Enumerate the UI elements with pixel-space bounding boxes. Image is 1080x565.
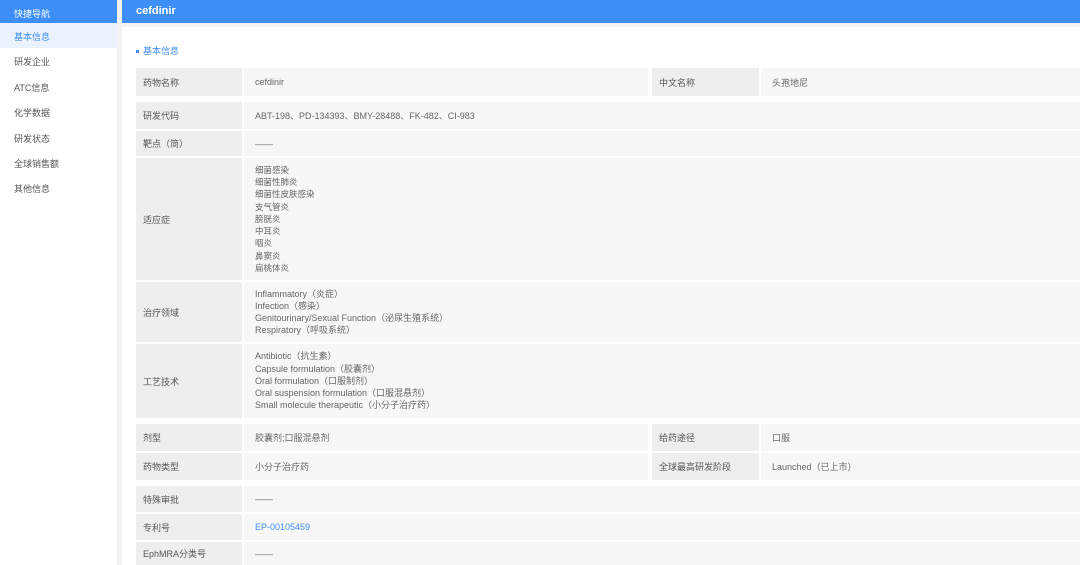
- value-drug-name: cefdinir: [244, 68, 648, 96]
- row-therapeutic-area: 治疗领域 Inflammatory（炎症） Infection（感染） Geni…: [136, 282, 1080, 342]
- value-ephmra: ——: [244, 542, 1080, 565]
- sidebar-item-basic-info[interactable]: 基本信息: [0, 23, 117, 49]
- indication-item: 扁桃体炎: [255, 262, 290, 273]
- technology-item: Antibiotic（抗生素）: [255, 351, 337, 362]
- sidebar: 快捷导航 基本信息 研发企业 ATC信息 化学数据 研发状态 全球销售额 其他信…: [0, 0, 117, 565]
- row-research-code: 研发代码 ABT-198、PD-134393、BMY-28488、FK-482、…: [136, 102, 1080, 129]
- indication-item: 鼻窦炎: [255, 250, 281, 261]
- sidebar-item-chemistry[interactable]: 化学数据: [0, 99, 117, 124]
- therapeutic-area-item: Genitourinary/Sexual Function（泌尿生殖系统）: [255, 313, 449, 323]
- value-highest-phase: Launched（已上市）: [761, 453, 1080, 480]
- technology-item: Oral formulation（口服制剂）: [255, 375, 374, 386]
- label-research-code: 研发代码: [136, 102, 242, 129]
- page-title: cefdinir: [122, 0, 1080, 23]
- sidebar-item-status[interactable]: 研发状态: [0, 125, 117, 150]
- therapeutic-area-item: Infection（感染）: [255, 300, 326, 311]
- main-panel: 基本信息 药物名称 cefdinir 中文名称 头孢地尼 研发代码 ABT-19…: [122, 27, 1080, 565]
- sidebar-header: 快捷导航: [0, 0, 117, 23]
- technology-item: Oral suspension formulation（口服混悬剂）: [255, 388, 431, 399]
- label-special-approval: 特殊审批: [136, 486, 242, 512]
- indication-item: 细菌性皮肤感染: [255, 189, 315, 200]
- row-ephmra: EphMRA分类号 ——: [136, 542, 1080, 565]
- label-technology: 工艺技术: [136, 344, 242, 418]
- technology-item: Capsule formulation（胶囊剂）: [255, 363, 381, 374]
- label-chinese-name: 中文名称: [652, 68, 759, 96]
- sidebar-item-company[interactable]: 研发企业: [0, 48, 117, 73]
- indication-item: 细菌感染: [255, 165, 290, 176]
- row-special-approval: 特殊审批 ——: [136, 486, 1080, 512]
- label-route: 给药途径: [652, 424, 759, 451]
- label-highest-phase: 全球最高研发阶段: [652, 453, 759, 480]
- sidebar-item-other[interactable]: 其他信息: [0, 175, 117, 200]
- value-special-approval: ——: [244, 486, 1080, 512]
- sidebar-item-atc[interactable]: ATC信息: [0, 74, 117, 99]
- value-target: ——: [244, 131, 1080, 156]
- row-drug-type: 药物类型 小分子治疗药 全球最高研发阶段 Launched（已上市）: [136, 453, 1080, 480]
- section-title: 基本信息: [136, 44, 179, 57]
- indication-item: 咽炎: [255, 238, 273, 249]
- label-ephmra: EphMRA分类号: [136, 542, 242, 565]
- indication-item: 中耳炎: [255, 226, 281, 237]
- label-target: 靶点（简）: [136, 131, 242, 156]
- therapeutic-area-item: Respiratory（呼吸系统）: [255, 325, 356, 336]
- sidebar-item-sales[interactable]: 全球销售额: [0, 150, 117, 175]
- label-indication: 适应症: [136, 158, 242, 280]
- therapeutic-area-item: Inflammatory（炎症）: [255, 288, 344, 299]
- value-chinese-name: 头孢地尼: [761, 68, 1080, 96]
- value-technology: Antibiotic（抗生素） Capsule formulation（胶囊剂）…: [244, 344, 1080, 418]
- value-indication: 细菌感染 细菌性肺炎 细菌性皮肤感染 支气管炎 膀胱炎 中耳炎 咽炎 鼻窦炎 扁…: [244, 158, 1080, 280]
- indication-item: 支气管炎: [255, 201, 290, 212]
- label-drug-type: 药物类型: [136, 453, 242, 480]
- value-research-code: ABT-198、PD-134393、BMY-28488、FK-482、CI-98…: [244, 102, 1080, 129]
- value-drug-type: 小分子治疗药: [244, 453, 648, 480]
- row-patent: 专利号 EP-00105459: [136, 514, 1080, 540]
- label-patent: 专利号: [136, 514, 242, 540]
- patent-link[interactable]: EP-00105459: [244, 514, 1080, 540]
- label-dosage-form: 剂型: [136, 424, 242, 451]
- value-therapeutic-area: Inflammatory（炎症） Infection（感染） Genitouri…: [244, 282, 1080, 342]
- row-dosage-form: 剂型 胶囊剂;口服混悬剂 给药途径 口服: [136, 424, 1080, 451]
- technology-item: Small molecule therapeutic（小分子治疗药）: [255, 400, 436, 411]
- bullet-icon: [136, 50, 139, 54]
- label-drug-name: 药物名称: [136, 68, 242, 96]
- value-dosage-form: 胶囊剂;口服混悬剂: [244, 424, 648, 451]
- row-drug-name: 药物名称 cefdinir 中文名称 头孢地尼: [136, 68, 1080, 96]
- value-route: 口服: [761, 424, 1080, 451]
- row-target: 靶点（简） ——: [136, 131, 1080, 156]
- row-technology: 工艺技术 Antibiotic（抗生素） Capsule formulation…: [136, 344, 1080, 418]
- indication-item: 膀胱炎: [255, 213, 281, 224]
- indication-item: 细菌性肺炎: [255, 177, 298, 188]
- label-therapeutic-area: 治疗领域: [136, 282, 242, 342]
- row-indication: 适应症 细菌感染 细菌性肺炎 细菌性皮肤感染 支气管炎 膀胱炎 中耳炎 咽炎 鼻…: [136, 158, 1080, 280]
